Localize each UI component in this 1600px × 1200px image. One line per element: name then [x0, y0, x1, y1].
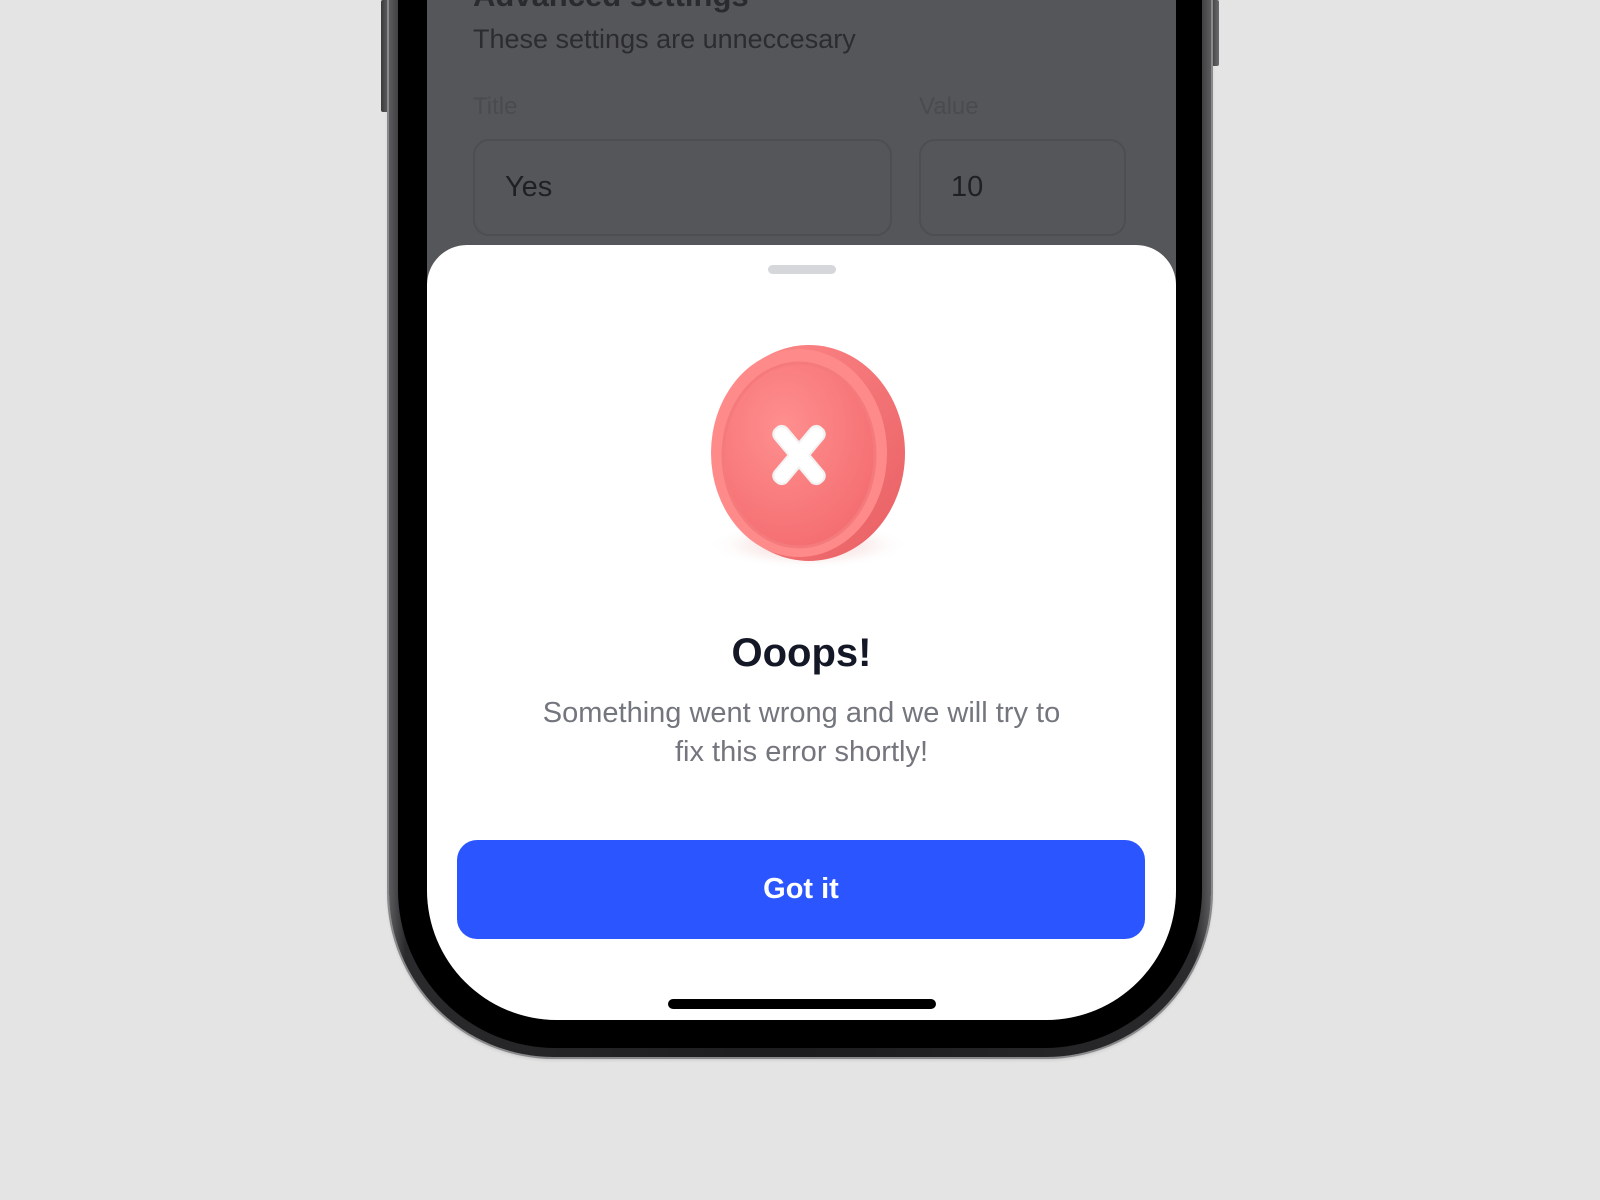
- settings-subtitle: These settings are unneccesary: [473, 24, 856, 54]
- sheet-grabber-handle[interactable]: [768, 265, 836, 274]
- error-x-icon: [699, 345, 909, 575]
- settings-heading: Advanced settings: [473, 0, 749, 14]
- phone-screen: Advanced settings These settings are unn…: [427, 0, 1176, 1020]
- got-it-button[interactable]: Got it: [457, 840, 1145, 939]
- power-button: [1210, 0, 1219, 66]
- error-bottom-sheet: Ooops! Something went wrong and we will …: [427, 245, 1176, 1020]
- sheet-message: Something went wrong and we will try to …: [542, 697, 1061, 768]
- value-field[interactable]: 10: [919, 139, 1126, 236]
- mockup-stage: Advanced settings These settings are unn…: [0, 0, 1600, 1200]
- sheet-title: Ooops!: [731, 631, 872, 675]
- title-field-label: Title: [473, 93, 518, 120]
- home-indicator[interactable]: [668, 999, 936, 1009]
- title-field[interactable]: Yes: [473, 139, 892, 236]
- value-field-label: Value: [919, 93, 979, 120]
